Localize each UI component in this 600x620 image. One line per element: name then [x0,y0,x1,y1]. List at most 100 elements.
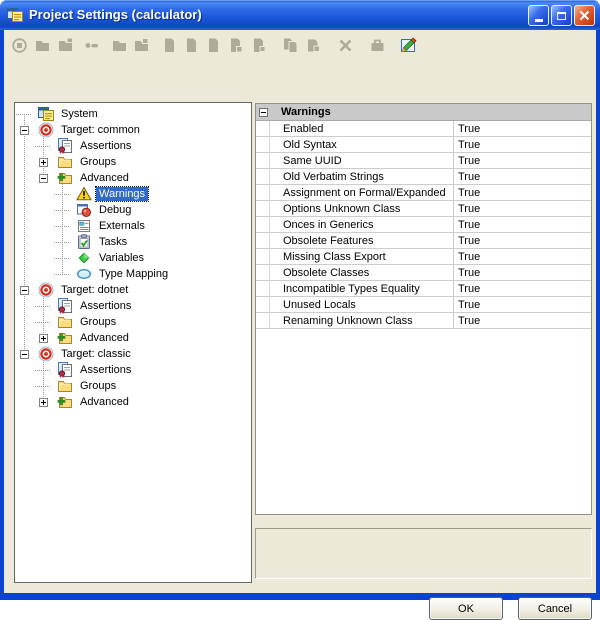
property-row[interactable]: Unused Locals True [256,297,591,313]
tree-item-assertions[interactable]: Assertions [15,298,251,314]
tree-item-externals[interactable]: Externals [15,218,251,234]
property-value[interactable]: True [453,313,591,328]
property-value[interactable]: True [453,185,591,200]
property-name: Same UUID [256,153,453,168]
ok-button[interactable]: OK [429,597,503,620]
tree-item-target-classic[interactable]: Target: classic [15,346,251,362]
property-row[interactable]: Options Unknown Class True [256,201,591,217]
property-group-header[interactable]: Warnings [256,104,591,121]
tree-item-label: Tasks [96,235,130,249]
folder-add-icon[interactable] [56,36,74,54]
delete-x-icon[interactable] [336,36,354,54]
maximize-button[interactable] [551,5,572,26]
tree-item-label: Warnings [96,187,148,201]
cancel-button[interactable]: Cancel [518,597,592,620]
tree-item-target-dotnet[interactable]: Target: dotnet [15,282,251,298]
import-icon[interactable] [368,36,386,54]
minimize-icon [535,19,543,22]
document-down-icon[interactable] [226,36,244,54]
folder-move-icon[interactable] [132,36,150,54]
tree-item-variables[interactable]: Variables [15,250,251,266]
record-icon[interactable] [10,36,28,54]
minimize-button[interactable] [528,5,549,26]
assertions-icon [57,138,73,154]
expand-expander[interactable] [39,398,48,407]
property-value[interactable]: True [453,217,591,232]
folder-icon[interactable] [33,36,51,54]
property-row[interactable]: Old Syntax True [256,137,591,153]
tree-item-advanced[interactable]: Advanced [15,394,251,410]
ok-button-label: OK [458,603,474,615]
document-up-icon[interactable] [204,36,222,54]
property-row[interactable]: Onces in Generics True [256,217,591,233]
property-value[interactable]: True [453,169,591,184]
property-value[interactable]: True [453,249,591,264]
titlebar[interactable]: Project Settings (calculator) [0,0,600,30]
tree-item-assertions[interactable]: Assertions [15,362,251,378]
document-f-icon[interactable] [249,36,267,54]
document-add-icon[interactable] [182,36,200,54]
tree-item-debug[interactable]: Debug [15,202,251,218]
property-value[interactable]: True [453,265,591,280]
property-name: Renaming Unknown Class [256,313,453,328]
rename-icon[interactable] [82,36,100,54]
tree-item-groups[interactable]: Groups [15,314,251,330]
collapse-expander[interactable] [20,286,29,295]
paste-icon[interactable] [303,36,321,54]
property-row[interactable]: Enabled True [256,121,591,137]
close-icon [579,10,590,21]
property-row[interactable]: Obsolete Features True [256,233,591,249]
collapse-expander[interactable] [20,350,29,359]
tree-item-label: Externals [96,219,148,233]
property-row[interactable]: Old Verbatim Strings True [256,169,591,185]
property-value[interactable]: True [453,297,591,312]
property-value[interactable]: True [453,281,591,296]
collapse-icon[interactable] [259,108,268,117]
edit-pencil-icon[interactable] [399,35,419,55]
document-icon[interactable] [160,36,178,54]
tree-item-label: Target: dotnet [58,283,131,297]
copy-icon[interactable] [281,36,299,54]
property-row[interactable]: Missing Class Export True [256,249,591,265]
tree-item-target-common[interactable]: Target: common [15,122,251,138]
tree-item-type-mapping[interactable]: Type Mapping [15,266,251,282]
folder-plus-icon [57,170,73,186]
property-value[interactable]: True [453,121,591,136]
property-row[interactable]: Assignment on Formal/Expanded True [256,185,591,201]
tree-item-warnings[interactable]: Warnings [15,186,251,202]
collapse-expander[interactable] [39,174,48,183]
cancel-button-label: Cancel [538,603,572,615]
property-value[interactable]: True [453,201,591,216]
property-value[interactable]: True [453,233,591,248]
folder-open-icon[interactable] [110,36,128,54]
tree-item-system[interactable]: System [15,106,251,122]
property-row[interactable]: Same UUID True [256,153,591,169]
collapse-expander[interactable] [20,126,29,135]
type-mapping-icon [76,266,92,282]
folder-icon [57,314,73,330]
folder-plus-icon [57,330,73,346]
tree-item-tasks[interactable]: Tasks [15,234,251,250]
tree-item-groups[interactable]: Groups [15,378,251,394]
tree-item-label: Variables [96,251,147,265]
dialog-client-area: System Target: common [4,30,596,593]
expand-expander[interactable] [39,158,48,167]
property-value[interactable]: True [453,137,591,152]
property-row[interactable]: Renaming Unknown Class True [256,313,591,329]
tree-item-advanced[interactable]: Advanced [15,330,251,346]
tree-item-label: Groups [77,315,119,329]
tree-item-assertions[interactable]: Assertions [15,138,251,154]
expand-expander[interactable] [39,334,48,343]
property-row[interactable]: Obsolete Classes True [256,265,591,281]
settings-tree: System Target: common [14,102,252,583]
tree-item-groups[interactable]: Groups [15,154,251,170]
property-name: Obsolete Classes [256,265,453,280]
property-name: Assignment on Formal/Expanded [256,185,453,200]
property-value[interactable]: True [453,153,591,168]
property-row[interactable]: Incompatible Types Equality True [256,281,591,297]
tree-item-label: Assertions [77,139,134,153]
assertions-icon [57,362,73,378]
close-button[interactable] [574,5,595,26]
tree-item-advanced[interactable]: Advanced [15,170,251,186]
property-name: Incompatible Types Equality [256,281,453,296]
